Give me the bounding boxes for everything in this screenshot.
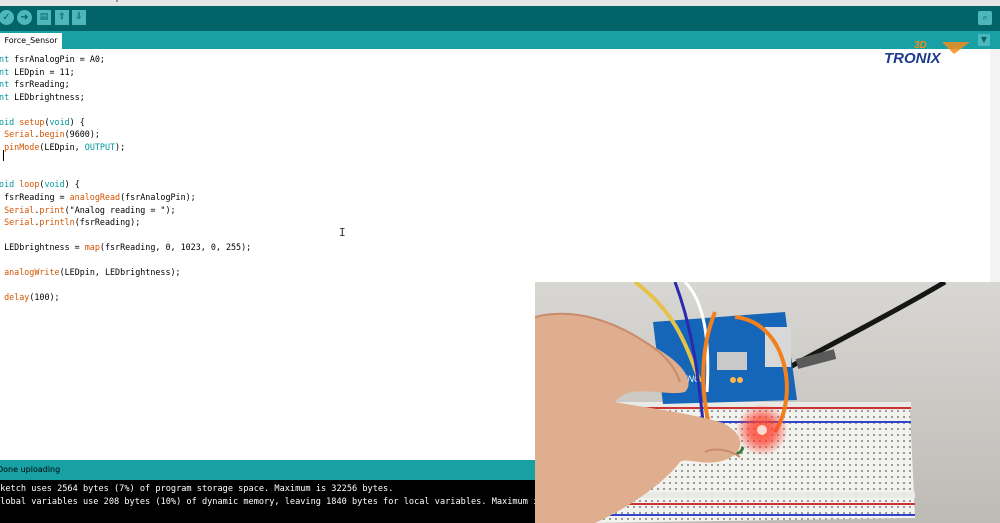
code-line[interactable]: } — [0, 304, 251, 317]
text-caret — [3, 150, 4, 161]
menu-item-tools[interactable]: Tools — [73, 0, 95, 3]
arrow-right-icon: ➜ — [20, 12, 29, 23]
breadboard-photo-overlay: UNO — [535, 282, 1000, 523]
chevron-down-icon: ▼ — [980, 35, 988, 44]
code-line[interactable]: pinMode(LEDpin, OUTPUT); — [0, 141, 251, 154]
menu-items: File Edit Sketch Tools Help — [0, 0, 128, 3]
code-line[interactable]: } — [0, 153, 251, 166]
upload-button[interactable]: ➜ — [17, 10, 32, 25]
code-line[interactable]: void loop(void) { — [0, 178, 251, 191]
save-button[interactable]: ⇩ — [72, 10, 86, 25]
new-file-icon: ▤ — [39, 12, 49, 22]
code-line[interactable] — [0, 254, 251, 267]
tab-menu-button[interactable]: ▼ — [978, 34, 990, 46]
open-button[interactable]: ⇧ — [55, 10, 69, 25]
brand-logo: 3D TRONIX — [884, 40, 970, 67]
code-line[interactable]: int fsrAnalogPin = A0; — [0, 53, 251, 66]
magnifier-icon: ⌕ — [982, 13, 988, 23]
checkmark-icon: ✓ — [2, 12, 11, 23]
code-line[interactable] — [0, 166, 251, 179]
code-line[interactable] — [0, 279, 251, 292]
menu-item-file[interactable]: File — [0, 0, 7, 3]
verify-button[interactable]: ✓ — [0, 10, 14, 25]
code-line[interactable]: fsrReading = analogRead(fsrAnalogPin); — [0, 191, 251, 204]
code-line[interactable]: Serial.print("Analog reading = "); — [0, 204, 251, 217]
code-line[interactable]: LEDbrightness = map(fsrReading, 0, 1023,… — [0, 241, 251, 254]
toolbar: ✓ ➜ ▤ ⇧ ⇩ ⌕ — [0, 6, 1000, 31]
code-line[interactable] — [0, 103, 251, 116]
code-line[interactable]: Serial.begin(9600); — [0, 128, 251, 141]
status-text: Done uploading — [0, 465, 61, 474]
code-line[interactable]: delay(100); — [0, 291, 251, 304]
save-arrow-down-icon: ⇩ — [75, 12, 83, 22]
code-line[interactable]: int LEDpin = 11; — [0, 66, 251, 79]
mouse-ibeam-cursor: I — [339, 226, 346, 239]
code-line[interactable] — [0, 229, 251, 242]
code-line[interactable]: analogWrite(LEDpin, LEDbrightness); — [0, 266, 251, 279]
console-line: Global variables use 208 bytes (10%) of … — [0, 497, 606, 507]
menu-item-edit[interactable]: Edit — [13, 0, 30, 3]
tab-force-sensor[interactable]: Force_Sensor — [0, 33, 62, 49]
tab-bar: Force_Sensor ▼ — [0, 31, 1000, 49]
logo-swoosh — [942, 42, 970, 54]
code-line[interactable]: Serial.println(fsrReading); — [0, 216, 251, 229]
code-text[interactable]: int fsrAnalogPin = A0;int LEDpin = 11;in… — [0, 53, 251, 316]
code-line[interactable]: void setup(void) { — [0, 116, 251, 129]
console-line: Sketch uses 2564 bytes (7%) of program s… — [0, 484, 394, 494]
open-arrow-up-icon: ⇧ — [58, 12, 66, 22]
menu-item-sketch[interactable]: Sketch — [37, 0, 67, 3]
code-line[interactable]: int fsrReading; — [0, 78, 251, 91]
logo-main-text: TRONIX — [884, 50, 942, 67]
serial-monitor-button[interactable]: ⌕ — [978, 11, 992, 25]
code-line[interactable]: int LEDbrightness; — [0, 91, 251, 104]
new-button[interactable]: ▤ — [37, 10, 51, 25]
menu-item-help[interactable]: Help — [101, 0, 122, 3]
